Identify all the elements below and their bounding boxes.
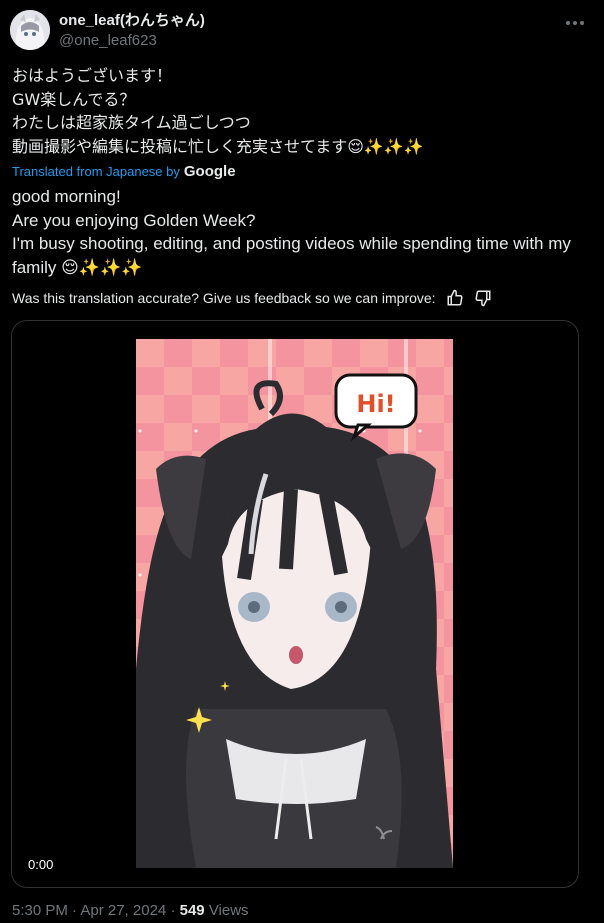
translated-from-label: Translated from Japanese by [12,164,180,179]
more-options-icon[interactable] [566,16,588,30]
video-player[interactable]: Hi! 0:00 [11,320,579,888]
views-count: 549 [179,902,205,919]
thumbs-down-icon[interactable] [474,289,492,307]
video-time: 0:00 [22,855,60,874]
tweet-translated-text: good morning! Are you enjoying Golden We… [12,187,571,277]
user-handle[interactable]: @one_leaf623 [59,31,205,50]
video-thumbnail[interactable]: Hi! [136,339,453,868]
display-name[interactable]: one_leaf(わんちゃん) [59,11,205,30]
avatar[interactable] [10,10,50,50]
tweet-header: one_leaf(わんちゃん) @one_leaf623 [10,10,604,54]
translation-attribution[interactable]: Translated from Japanese by Google [12,163,236,180]
thumbs-up-icon[interactable] [446,289,464,307]
speech-bubble-text: Hi! [356,390,395,418]
tweet-original-text: おはようございます！ GW楽しんでる？ わたしは超家族タイム過ごしつつ 動画撮影… [12,66,424,156]
meta-separator: · [170,902,176,919]
timestamp[interactable]: 5:30 PM · Apr 27, 2024 [12,902,166,919]
views-label: Views [208,902,249,919]
translation-feedback: Was this translation accurate? Give us f… [12,289,492,307]
google-logo: Google [183,163,236,180]
tweet-meta: 5:30 PM · Apr 27, 2024 · 549 Views [12,902,249,919]
feedback-prompt: Was this translation accurate? Give us f… [12,290,436,306]
